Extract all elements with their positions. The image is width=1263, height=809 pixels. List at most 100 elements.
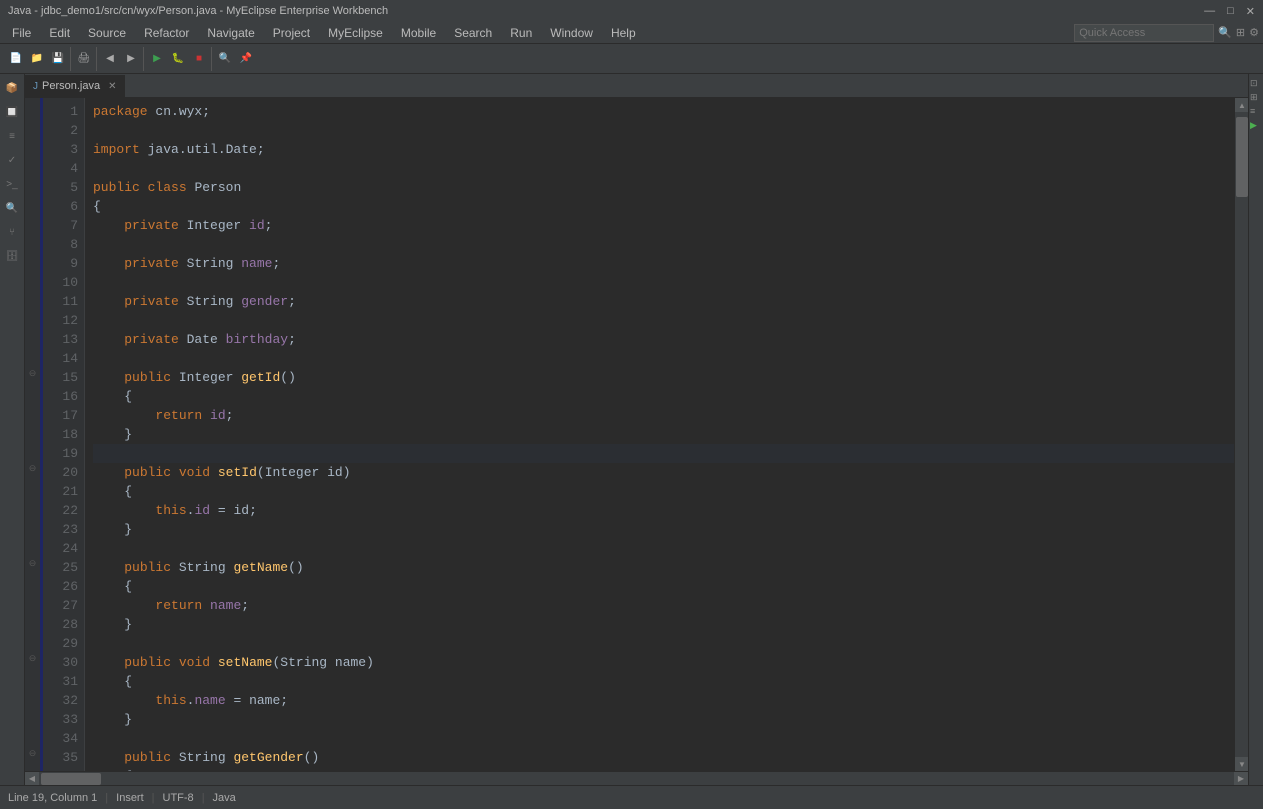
code-line-31: { [93,672,1234,691]
status-file-type: Java [213,792,236,804]
vertical-scrollbar[interactable]: ▲ ▼ [1234,98,1248,771]
code-line-28: } [93,615,1234,634]
status-bar: Line 19, Column 1 | Insert | UTF-8 | Jav… [0,785,1263,809]
status-separator-2: | [152,792,155,804]
menu-search[interactable]: Search [446,24,500,42]
search-toolbar-btn[interactable]: 🔍 [215,49,235,69]
scroll-thumb-v[interactable] [1236,117,1248,197]
activity-package-icon[interactable]: 📦 [2,78,22,98]
toolbar-file-group: 📄 📁 💾 [4,47,71,71]
code-line-32: this.name = name; [93,691,1234,710]
status-line-col: Line 19, Column 1 [8,792,97,804]
code-line-19 [93,444,1234,463]
quick-access-area: 🔍 ⊞ ⚙ [1074,24,1259,42]
code-line-11: private String gender; [93,292,1234,311]
layout-icon[interactable]: ⊞ [1236,26,1245,39]
minimize-btn[interactable]: — [1204,5,1215,18]
fold-marker-getid[interactable]: ⊖ [25,364,40,383]
activity-tasks-icon[interactable]: ✓ [2,150,22,170]
menu-edit[interactable]: Edit [41,24,78,42]
code-content[interactable]: package cn.wyx; import java.util.Date; p… [85,98,1234,771]
toolbar-run-group: ▶ 🐛 ■ [145,47,212,71]
status-separator-3: | [202,792,205,804]
forward-btn[interactable]: ▶ [121,49,141,69]
open-btn[interactable]: 📁 [27,49,47,69]
activity-console-icon[interactable]: >_ [2,174,22,194]
activity-git-icon[interactable]: ⑂ [2,222,22,242]
code-line-16: { [93,387,1234,406]
menu-project[interactable]: Project [265,24,318,42]
editor-area: J Person.java ✕ [25,74,1248,785]
code-line-22: this.id = id; [93,501,1234,520]
new-btn[interactable]: 📄 [6,49,26,69]
menu-source[interactable]: Source [80,24,134,42]
activity-hierarchy-icon[interactable]: 🔲 [2,102,22,122]
fold-marker-getname[interactable]: ⊖ [25,554,40,573]
close-btn[interactable]: ✕ [1246,5,1255,18]
save-btn[interactable]: 💾 [48,49,68,69]
activity-db-icon[interactable]: 🗄 [2,246,22,266]
code-line-10 [93,273,1234,292]
fold-marker-getgender[interactable]: ⊖ [25,744,40,763]
activity-outline-icon[interactable]: ≡ [2,126,22,146]
code-line-24 [93,539,1234,558]
scroll-track-h[interactable] [39,772,1234,786]
scroll-thumb-h[interactable] [41,773,101,785]
title-bar: Java - jdbc_demo1/src/cn/wyx/Person.java… [0,0,1263,22]
menu-file[interactable]: File [4,24,39,42]
minimap-icon[interactable]: ⊡ [1250,78,1262,90]
menu-myeclipse[interactable]: MyEclipse [320,24,391,42]
search-icon: 🔍 [1218,26,1232,39]
scroll-left-btn[interactable]: ◀ [25,772,39,786]
java-file-icon: J [33,81,38,92]
menu-refactor[interactable]: Refactor [136,24,197,42]
code-editor-container: ⊖ ⊖ ⊖ ⊖ ⊖ [25,98,1248,771]
code-line-8 [93,235,1234,254]
settings-side-icon[interactable]: ≡ [1250,106,1262,118]
fold-marker-setname[interactable]: ⊖ [25,649,40,668]
menu-bar: File Edit Source Refactor Navigate Proje… [0,22,1263,44]
status-insert-mode: Insert [116,792,144,804]
code-line-36: { [93,767,1234,771]
menu-run[interactable]: Run [502,24,540,42]
scroll-right-btn[interactable]: ▶ [1234,772,1248,786]
title-text: Java - jdbc_demo1/src/cn/wyx/Person.java… [8,5,388,17]
back-btn[interactable]: ◀ [100,49,120,69]
code-line-23: } [93,520,1234,539]
tab-close-btn[interactable]: ✕ [108,81,116,92]
horizontal-scrollbar[interactable]: ◀ ▶ [25,771,1248,785]
activity-bar: 📦 🔲 ≡ ✓ >_ 🔍 ⑂ 🗄 [0,74,25,785]
menu-help[interactable]: Help [603,24,644,42]
toolbar-edit-group: 🖨 [72,47,97,71]
quick-access-input[interactable] [1074,24,1214,42]
code-line-14 [93,349,1234,368]
code-line-26: { [93,577,1234,596]
stop-btn[interactable]: ■ [189,49,209,69]
menu-mobile[interactable]: Mobile [393,24,444,42]
debug-btn[interactable]: 🐛 [168,49,188,69]
status-separator-1: | [105,792,108,804]
code-line-17: return id; [93,406,1234,425]
code-line-30: public void setName(String name) [93,653,1234,672]
right-panel: ⊡ ⊞ ≡ ▶ [1248,74,1263,785]
print-btn[interactable]: 🖨 [74,49,94,69]
scroll-up-btn[interactable]: ▲ [1235,98,1248,112]
fold-gutter: ⊖ ⊖ ⊖ ⊖ ⊖ [25,98,40,771]
run-btn[interactable]: ▶ [147,49,167,69]
code-line-7: private Integer id; [93,216,1234,235]
status-encoding: UTF-8 [163,792,194,804]
active-tab[interactable]: J Person.java ✕ [25,75,125,97]
green-arrow-icon[interactable]: ▶ [1250,120,1262,132]
marker-btn[interactable]: 📌 [236,49,256,69]
maximize-btn[interactable]: □ [1227,5,1234,18]
settings-icon[interactable]: ⚙ [1249,26,1259,39]
menu-navigate[interactable]: Navigate [199,24,262,42]
activity-search-icon[interactable]: 🔍 [2,198,22,218]
layout-toggle-icon[interactable]: ⊞ [1250,92,1262,104]
scroll-track-v[interactable] [1235,112,1248,757]
code-line-3: import java.util.Date; [93,140,1234,159]
menu-window[interactable]: Window [542,24,601,42]
scroll-down-btn[interactable]: ▼ [1235,757,1248,771]
toolbar-nav-group: ◀ ▶ [98,47,144,71]
fold-marker-setid[interactable]: ⊖ [25,459,40,478]
